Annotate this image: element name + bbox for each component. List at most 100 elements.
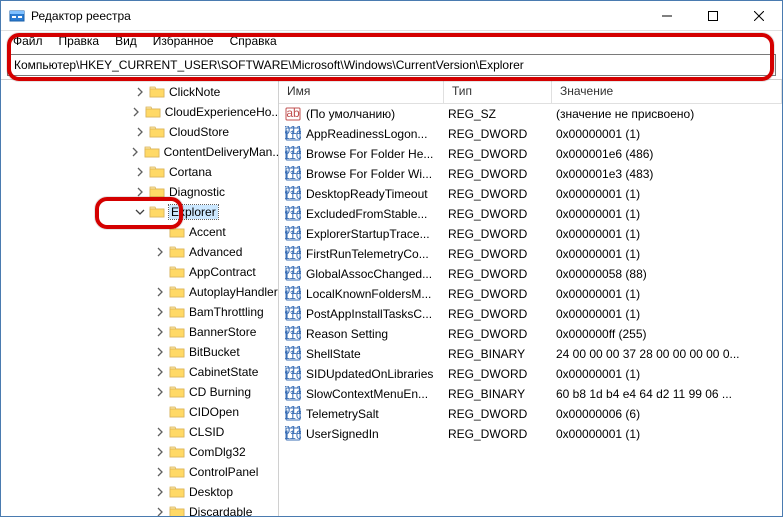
- tree-item[interactable]: Accent: [1, 222, 278, 242]
- tree-item[interactable]: CLSID: [1, 422, 278, 442]
- tree-item[interactable]: BitBucket: [1, 342, 278, 362]
- tree-item-label: CIDOpen: [189, 405, 239, 419]
- tree-item[interactable]: Cortana: [1, 162, 278, 182]
- tree-item[interactable]: CloudExperienceHo...: [1, 102, 278, 122]
- tree-item-label: Discardable: [189, 505, 252, 516]
- value-row[interactable]: 011110FirstRunTelemetryCo...REG_DWORD0x0…: [279, 244, 782, 264]
- tree-expander-icon[interactable]: [153, 225, 167, 239]
- tree-expander-icon[interactable]: [153, 385, 167, 399]
- tree-expander-icon[interactable]: [153, 485, 167, 499]
- svg-text:110: 110: [285, 328, 301, 342]
- tree-item[interactable]: Desktop: [1, 482, 278, 502]
- tree-expander-icon[interactable]: [133, 165, 147, 179]
- value-name: Reason Setting: [306, 327, 448, 341]
- value-type-icon: 011110: [285, 406, 301, 422]
- value-row[interactable]: 011110ExplorerStartupTrace...REG_DWORD0x…: [279, 224, 782, 244]
- tree-item[interactable]: Advanced: [1, 242, 278, 262]
- value-row[interactable]: 011110GlobalAssocChanged...REG_DWORD0x00…: [279, 264, 782, 284]
- tree-item[interactable]: CD Burning: [1, 382, 278, 402]
- value-row[interactable]: 011110SlowContextMenuEn...REG_BINARY60 b…: [279, 384, 782, 404]
- tree-item[interactable]: BamThrottling: [1, 302, 278, 322]
- tree-expander-icon[interactable]: [153, 285, 167, 299]
- value-row[interactable]: 011110TelemetrySaltREG_DWORD0x00000006 (…: [279, 404, 782, 424]
- tree-item[interactable]: BannerStore: [1, 322, 278, 342]
- tree-item[interactable]: AppContract: [1, 262, 278, 282]
- tree-expander-icon[interactable]: [153, 405, 167, 419]
- tree-expander-icon[interactable]: [133, 185, 147, 199]
- value-name: TelemetrySalt: [306, 407, 448, 421]
- tree-item[interactable]: Explorer: [1, 202, 278, 222]
- values-list[interactable]: ab(По умолчанию)REG_SZ(значение не присв…: [279, 104, 782, 516]
- tree-expander-icon[interactable]: [153, 245, 167, 259]
- tree-expander-icon[interactable]: [153, 445, 167, 459]
- folder-icon: [169, 244, 185, 260]
- value-name: SIDUpdatedOnLibraries: [306, 367, 448, 381]
- value-row[interactable]: 011110LocalKnownFoldersM...REG_DWORD0x00…: [279, 284, 782, 304]
- folder-icon: [149, 184, 165, 200]
- tree-expander-icon[interactable]: [133, 125, 147, 139]
- menu-edit[interactable]: Правка: [51, 32, 108, 50]
- tree-expander-icon[interactable]: [153, 465, 167, 479]
- tree-item-label: CD Burning: [189, 385, 251, 399]
- tree-item-label: CloudExperienceHo...: [165, 105, 278, 119]
- tree-expander-icon[interactable]: [153, 345, 167, 359]
- column-name[interactable]: Имя: [279, 80, 444, 103]
- tree-expander-icon[interactable]: [129, 105, 143, 119]
- value-row[interactable]: 011110PostAppInstallTasksC...REG_DWORD0x…: [279, 304, 782, 324]
- menu-help[interactable]: Справка: [222, 32, 285, 50]
- value-row[interactable]: 011110UserSignedInREG_DWORD0x00000001 (1…: [279, 424, 782, 444]
- close-button[interactable]: [736, 1, 782, 31]
- svg-text:110: 110: [285, 228, 301, 242]
- value-row[interactable]: 011110AppReadinessLogon...REG_DWORD0x000…: [279, 124, 782, 144]
- svg-text:110: 110: [285, 308, 301, 322]
- tree-expander-icon[interactable]: [153, 425, 167, 439]
- tree-item[interactable]: Diagnostic: [1, 182, 278, 202]
- tree-expander-icon[interactable]: [133, 85, 147, 99]
- value-row[interactable]: 011110ShellStateREG_BINARY24 00 00 00 37…: [279, 344, 782, 364]
- tree-item[interactable]: CabinetState: [1, 362, 278, 382]
- value-row[interactable]: ab(По умолчанию)REG_SZ(значение не присв…: [279, 104, 782, 124]
- tree-expander-icon[interactable]: [153, 365, 167, 379]
- tree-item-label: CLSID: [189, 425, 224, 439]
- tree-item-label: AutoplayHandler: [189, 285, 278, 299]
- value-row[interactable]: 011110SIDUpdatedOnLibrariesREG_DWORD0x00…: [279, 364, 782, 384]
- tree-expander-icon[interactable]: [133, 205, 147, 219]
- tree-item[interactable]: ClickNote: [1, 82, 278, 102]
- maximize-button[interactable]: [690, 1, 736, 31]
- tree-pane[interactable]: ClickNoteCloudExperienceHo...CloudStoreC…: [1, 80, 279, 516]
- tree-expander-icon[interactable]: [128, 145, 141, 159]
- value-row[interactable]: 011110Browse For Folder Wi...REG_DWORD0x…: [279, 164, 782, 184]
- folder-icon: [169, 364, 185, 380]
- value-type-icon: 011110: [285, 326, 301, 342]
- value-row[interactable]: 011110ExcludedFromStable...REG_DWORD0x00…: [279, 204, 782, 224]
- tree-item[interactable]: ComDlg32: [1, 442, 278, 462]
- tree-item[interactable]: CloudStore: [1, 122, 278, 142]
- value-type: REG_DWORD: [448, 167, 556, 181]
- svg-text:110: 110: [285, 188, 301, 202]
- svg-text:110: 110: [285, 288, 301, 302]
- tree-expander-icon[interactable]: [153, 505, 167, 516]
- tree-expander-icon[interactable]: [153, 325, 167, 339]
- menu-file[interactable]: Файл: [5, 32, 51, 50]
- tree-expander-icon[interactable]: [153, 305, 167, 319]
- menu-favorites[interactable]: Избранное: [145, 32, 222, 50]
- tree-item[interactable]: Discardable: [1, 502, 278, 516]
- value-row[interactable]: 011110Reason SettingREG_DWORD0x000000ff …: [279, 324, 782, 344]
- menu-view[interactable]: Вид: [107, 32, 145, 50]
- tree-item[interactable]: ContentDeliveryMan...: [1, 142, 278, 162]
- svg-text:110: 110: [285, 408, 301, 422]
- tree-expander-icon[interactable]: [153, 265, 167, 279]
- column-value[interactable]: Значение: [552, 80, 782, 103]
- address-input[interactable]: Компьютер\HKEY_CURRENT_USER\SOFTWARE\Mic…: [7, 54, 776, 76]
- tree-item[interactable]: CIDOpen: [1, 402, 278, 422]
- minimize-button[interactable]: [644, 1, 690, 31]
- value-row[interactable]: 011110DesktopReadyTimeoutREG_DWORD0x0000…: [279, 184, 782, 204]
- value-type: REG_DWORD: [448, 427, 556, 441]
- value-row[interactable]: 011110Browse For Folder He...REG_DWORD0x…: [279, 144, 782, 164]
- addressbar-container: Компьютер\HKEY_CURRENT_USER\SOFTWARE\Mic…: [1, 51, 782, 79]
- svg-text:110: 110: [285, 348, 301, 362]
- tree-item[interactable]: AutoplayHandler: [1, 282, 278, 302]
- tree-item[interactable]: ControlPanel: [1, 462, 278, 482]
- folder-icon: [169, 504, 185, 516]
- column-type[interactable]: Тип: [444, 80, 552, 103]
